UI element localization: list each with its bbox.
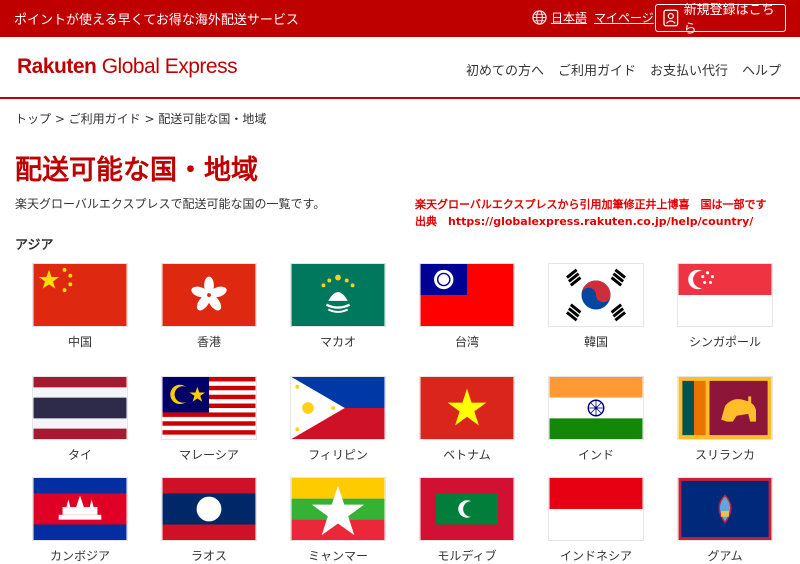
hong-kong-flag-icon (161, 263, 257, 327)
page-description: 楽天グローバルエクスプレスで配送可能な国の一覧です。 (15, 197, 326, 211)
breadcrumb[interactable]: トップ > ご利用ガイド > 配送可能な国・地域 (15, 110, 266, 127)
tagline: ポイントが使える早くてお得な海外配送サービス (14, 13, 299, 28)
country-malaysia[interactable]: マレーシア (145, 376, 273, 463)
cambodia-flag-icon (32, 477, 128, 541)
macao-flag-icon (290, 263, 386, 327)
country-vietnam[interactable]: ベトナム (403, 376, 531, 463)
country-singapore[interactable]: シンガポール (661, 263, 789, 350)
country-name: グアム (707, 549, 743, 563)
country-cambodia[interactable]: カンボジア (16, 477, 144, 564)
citation-line-2: 出典 https://globalexpress.rakuten.co.jp/h… (415, 215, 754, 228)
nav-payment-proxy[interactable]: お支払い代行 (650, 60, 728, 79)
country-name: ミャンマー (307, 549, 368, 563)
vietnam-flag-icon (419, 376, 515, 440)
china-flag-icon (32, 263, 128, 327)
country-name: タイ (67, 448, 92, 462)
sri-lanka-flag-icon (677, 376, 773, 440)
malaysia-flag-icon (161, 376, 257, 440)
country-name: スリランカ (694, 448, 755, 462)
country-thailand[interactable]: タイ (16, 376, 144, 463)
citation-line-1: 楽天グローバルエクスプレスから引用加筆修正井上博喜 国は一部です (415, 198, 767, 211)
nav-help[interactable]: ヘルプ (742, 60, 781, 79)
guam-flag-icon (677, 477, 773, 541)
laos-flag-icon (161, 477, 257, 541)
page-title: 配送可能な国・地域 (15, 155, 258, 186)
country-name: 香港 (196, 335, 221, 349)
citation-note: 楽天グローバルエクスプレスから引用加筆修正井上博喜 国は一部です 出典 http… (415, 196, 767, 230)
country-name: ラオス (190, 549, 227, 563)
indonesia-flag-icon (548, 477, 644, 541)
region-heading-asia: アジア (15, 238, 54, 253)
site-header: Rakuten Global Express 初めての方へ ご利用ガイド お支払… (0, 37, 800, 99)
country-macao[interactable]: マカオ (274, 263, 402, 350)
country-sri-lanka[interactable]: スリランカ (661, 376, 789, 463)
country-indonesia[interactable]: インドネシア (532, 477, 660, 564)
country-hong-kong[interactable]: 香港 (145, 263, 273, 350)
taiwan-flag-icon (419, 263, 515, 327)
country-name: モルディブ (437, 549, 497, 563)
country-korea[interactable]: 韓国 (532, 263, 660, 350)
top-bar: ポイントが使える早くてお得な海外配送サービス 日本語 マイページ 新規登録はこち… (0, 0, 800, 37)
country-name: インドネシア (559, 549, 632, 563)
register-label: 新規登録はこちら (683, 3, 775, 37)
myanmar-flag-icon (290, 477, 386, 541)
country-name: マカオ (319, 335, 356, 349)
country-name: 台湾 (454, 335, 479, 349)
country-name: マレーシア (179, 448, 239, 462)
rakuten-global-express-logo[interactable]: Rakuten Global Express (17, 55, 238, 79)
globe-icon (532, 10, 547, 25)
country-philippines[interactable]: フィリピン (274, 376, 402, 463)
country-name: カンボジア (49, 549, 110, 563)
country-name: ベトナム (443, 448, 491, 462)
korea-flag-icon (548, 263, 644, 327)
country-laos[interactable]: ラオス (145, 477, 273, 564)
country-maldives[interactable]: モルディブ (403, 477, 531, 564)
india-flag-icon (548, 376, 644, 440)
country-china[interactable]: 中国 (16, 263, 144, 350)
country-india[interactable]: インド (532, 376, 660, 463)
nav-guide[interactable]: ご利用ガイド (558, 60, 636, 79)
country-name: シンガポール (688, 335, 761, 349)
language-link[interactable]: 日本語 (532, 9, 587, 26)
mypage-link[interactable]: マイページ (594, 9, 654, 26)
country-taiwan[interactable]: 台湾 (403, 263, 531, 350)
country-name: インド (577, 448, 614, 462)
country-name: 韓国 (583, 335, 608, 349)
nav-first-time[interactable]: 初めての方へ (466, 60, 544, 79)
thailand-flag-icon (32, 376, 128, 440)
singapore-flag-icon (677, 263, 773, 327)
country-myanmar[interactable]: ミャンマー (274, 477, 402, 564)
maldives-flag-icon (419, 477, 515, 541)
user-card-icon (663, 9, 679, 27)
register-button[interactable]: 新規登録はこちら (655, 3, 786, 37)
language-label: 日本語 (551, 11, 588, 25)
country-name: フィリピン (308, 448, 368, 462)
country-guam[interactable]: グアム (661, 477, 789, 564)
philippines-flag-icon (290, 376, 386, 440)
country-name: 中国 (67, 335, 92, 349)
